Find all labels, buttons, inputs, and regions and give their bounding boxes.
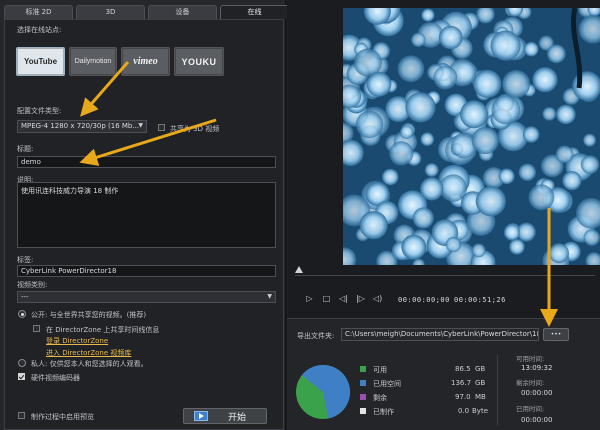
profile-type-select[interactable]: MPEG-4 1280 x 720/30p (16 Mb... ▼ (17, 120, 147, 133)
legend-produced-unit: Byte (472, 407, 488, 415)
profile-type-label: 配置文件类型: (17, 107, 62, 115)
forest-thumbnail (343, 8, 600, 265)
legend-remaining-unit: MB (475, 393, 486, 401)
title-input[interactable]: demo (17, 156, 276, 168)
choose-site-label: 选择在线站点: (17, 26, 62, 34)
category-select[interactable]: --- ▼ (17, 291, 276, 303)
preview-label: 制作过程中启用预览 (31, 413, 94, 421)
legend-used-label: 已用空间 (373, 380, 401, 388)
private-radio[interactable] (18, 359, 26, 367)
title-label: 标题: (17, 145, 34, 153)
available-time-value: 13:09:32 (521, 364, 553, 372)
disk-usage-pie (296, 365, 350, 419)
playback-controls: ▷ □ ◁| |▷ ◁) (305, 294, 382, 303)
vimeo-button[interactable]: vimeo (121, 47, 170, 76)
public-label: 公开: 与全世界共享您的视频。(推荐) (31, 311, 147, 319)
legend-free-swatch (360, 366, 366, 372)
category-value: --- (21, 293, 29, 301)
legend-used-value: 136.7 (451, 379, 472, 387)
youku-logo: YOUKU (181, 56, 217, 67)
current-timecode: 00:00:00;00 (398, 296, 450, 304)
hardware-encoder-label: 硬件视频编码器 (31, 374, 80, 382)
divider (497, 355, 498, 425)
tab-standard-2d[interactable]: 标准 2D (4, 5, 73, 19)
remaining-time-label: 剩余时间: (516, 379, 545, 387)
tab-3d[interactable]: 3D (76, 5, 145, 19)
format-tabs: 标准 2D 3D 设备 在线 (4, 5, 289, 19)
output-info: 导出文件夹: C:\Users\meigh\Documents\CyberLin… (287, 318, 600, 430)
total-timecode: 00:00:51;26 (454, 296, 506, 304)
timeline-slider[interactable] (295, 275, 595, 276)
legend-free-label: 可用 (373, 366, 387, 374)
profile-type-value: MPEG-4 1280 x 720/30p (16 Mb... (21, 122, 140, 130)
tab-device[interactable]: 设备 (148, 5, 217, 19)
preview-panel: ▷ □ ◁| |▷ ◁) 00:00:00;00 00:00:51;26 导出文… (287, 0, 600, 430)
start-icon (194, 411, 208, 421)
previous-frame-icon[interactable]: ◁| (339, 294, 348, 303)
legend-produced-swatch (360, 408, 366, 414)
tags-label: 标签: (17, 256, 34, 264)
available-time-label: 可用时间: (516, 355, 545, 363)
dailymotion-button[interactable]: Dailymotion (69, 47, 117, 76)
start-label: 开始 (228, 412, 247, 423)
legend-used-swatch (360, 380, 366, 386)
hardware-encoder-checkbox[interactable] (18, 373, 25, 380)
browse-button[interactable]: ••• (543, 328, 569, 341)
share-3d-label: 共享为 3D 视频 (170, 125, 220, 133)
legend-produced-label: 已制作 (373, 408, 394, 416)
legend-produced-value: 0.0 (458, 407, 470, 415)
remaining-time-value: 00:00:00 (521, 389, 553, 397)
online-settings: 选择在线站点: YouTube Dailymotion vimeo YOUKU … (4, 19, 284, 430)
description-textarea[interactable]: 使用讯连科技威力导演 18 制作 (17, 182, 276, 248)
directorzone-timeline-checkbox[interactable] (33, 325, 40, 332)
directorzone-timeline-label: 在 DirectorZone 上共享时间线信息 (46, 326, 160, 334)
legend-remaining-label: 剩余 (373, 394, 387, 402)
used-time-value: 00:00:00 (521, 416, 553, 424)
output-folder-label: 导出文件夹: (297, 332, 335, 340)
tags-input[interactable]: CyberLink PowerDirector18 (17, 265, 276, 277)
legend-free-unit: GB (475, 365, 486, 373)
settings-panel: 标准 2D 3D 设备 在线 选择在线站点: YouTube Dailymoti… (0, 0, 289, 430)
preview-checkbox[interactable] (18, 412, 25, 419)
chevron-down-icon: ▼ (138, 122, 143, 129)
legend-used-unit: GB (475, 379, 486, 387)
directorzone-gallery-link[interactable]: 进入 DirectorZone 视频库 (46, 348, 131, 358)
youtube-button[interactable]: YouTube (16, 47, 65, 76)
vimeo-logo: vimeo (133, 56, 158, 67)
youku-button[interactable]: YOUKU (174, 47, 224, 76)
share-3d-checkbox[interactable] (158, 124, 165, 131)
public-radio[interactable] (18, 310, 26, 318)
produce-window: 标准 2D 3D 设备 在线 选择在线站点: YouTube Dailymoti… (0, 0, 600, 430)
play-icon[interactable]: ▷ (305, 294, 314, 303)
category-label: 视频类别: (17, 281, 48, 289)
private-label: 私人: 仅供您本人和您选择的人观看。 (31, 360, 148, 368)
volume-icon[interactable]: ◁) (373, 294, 382, 303)
stop-icon[interactable]: □ (322, 294, 331, 303)
used-time-label: 已用时间: (516, 405, 545, 413)
legend-remaining-value: 97.0 (455, 393, 471, 401)
start-button[interactable]: 开始 (183, 408, 267, 424)
legend-remaining-swatch (360, 394, 366, 400)
video-preview (343, 8, 600, 265)
login-directorzone-link[interactable]: 登录 DirectorZone (46, 336, 108, 346)
chevron-down-icon: ▼ (267, 293, 272, 300)
output-folder-path[interactable]: C:\Users\meigh\Documents\CyberLink\Power… (341, 328, 539, 341)
dailymotion-logo: Dailymotion (74, 58, 112, 65)
tab-online[interactable]: 在线 (220, 5, 289, 19)
youtube-logo: YouTube (23, 57, 58, 66)
legend-free-value: 86.5 (455, 365, 471, 373)
next-frame-icon[interactable]: |▷ (356, 294, 365, 303)
playhead-marker[interactable] (295, 266, 303, 273)
